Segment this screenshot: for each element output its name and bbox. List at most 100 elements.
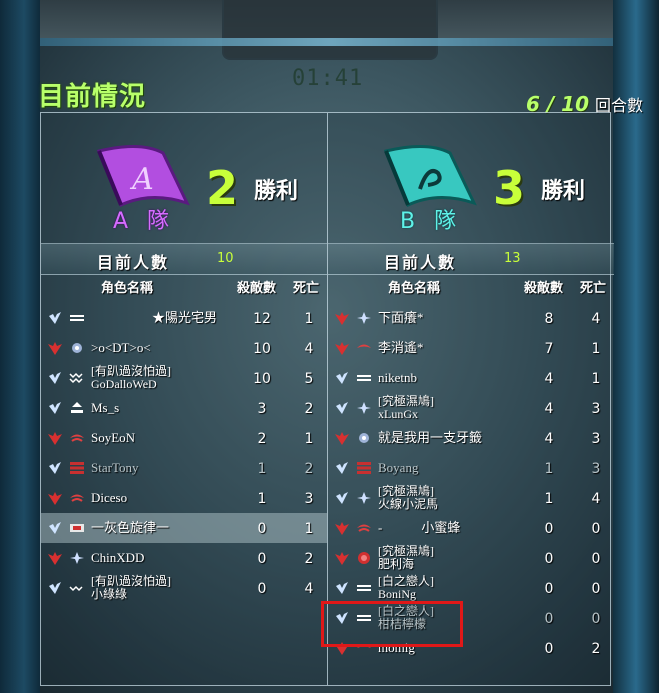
- player-row[interactable]: 就是我用一支牙籤 4 3: [328, 423, 614, 453]
- player-kills: 1: [544, 461, 554, 477]
- player-kills: 0: [257, 521, 267, 537]
- player-deaths: 2: [304, 461, 314, 477]
- player-row[interactable]: [有趴過沒怕過] 小綠綠 0 4: [41, 573, 327, 603]
- rank-badge-icon: [70, 524, 84, 532]
- rank-chevron-icon: [69, 372, 83, 384]
- unit-emblem-icon: [49, 522, 61, 534]
- player-deaths: 0: [591, 581, 601, 597]
- player-name: 下面癢*: [378, 310, 424, 325]
- rank-shield-icon: [358, 552, 370, 564]
- column-header-name: 角色名稱: [388, 280, 441, 295]
- player-deaths: 4: [591, 491, 601, 507]
- player-kills: 0: [544, 611, 554, 627]
- team-b-name: B 隊: [400, 209, 463, 234]
- hud-top-bar: [0, 38, 659, 46]
- rank-stripes-icon: [70, 462, 84, 474]
- unit-emblem-icon: [49, 312, 61, 324]
- player-name: [究極濕鳩] xLunGx: [378, 395, 528, 421]
- rank-stripes-icon: [357, 462, 371, 474]
- player-row[interactable]: [白之戀人] BoniNg 0 0: [328, 573, 614, 603]
- player-deaths: 1: [591, 371, 601, 387]
- column-header-kills: 殺敵數: [237, 280, 277, 295]
- team-a-player-list: ★陽光宅男 12 1 >o<DT>o< 10 4 [有趴過沒怕過] GoDallo…: [41, 303, 327, 603]
- player-row[interactable]: 李消遙* 7 1: [328, 333, 614, 363]
- unit-emblem-icon: [336, 582, 348, 594]
- player-row[interactable]: [究極濕鳩] 肥利海 0 0: [328, 543, 614, 573]
- team-b-wins-label: 勝利: [541, 178, 586, 203]
- player-row[interactable]: ★陽光宅男 12 1: [41, 303, 327, 333]
- player-nick: BoniNg: [378, 587, 417, 601]
- selection-highlight-box: [321, 601, 463, 647]
- player-deaths: 3: [591, 461, 601, 477]
- player-name: [究極濕鳩] 火線小泥馬: [378, 485, 528, 511]
- unit-emblem-icon: [336, 402, 348, 414]
- player-row[interactable]: StarTony 1 2: [41, 453, 327, 483]
- player-kills: 1: [257, 461, 267, 477]
- player-row[interactable]: >o<DT>o< 10 4: [41, 333, 327, 363]
- scene-left-panel: [0, 0, 40, 693]
- winged-emblem-icon: [48, 492, 62, 505]
- player-name: 一灰色旋律一: [91, 520, 170, 535]
- player-kills: 10: [253, 371, 271, 387]
- player-kills: 10: [253, 341, 271, 357]
- player-row[interactable]: Ms_s 3 2: [41, 393, 327, 423]
- unit-emblem-icon: [336, 372, 348, 384]
- player-name: Boyang: [378, 460, 419, 475]
- player-deaths: 1: [304, 431, 314, 447]
- player-kills: 4: [544, 371, 554, 387]
- page-title: 目前情況: [38, 82, 147, 111]
- player-deaths: 3: [304, 491, 314, 507]
- player-name: [白之戀人] BoniNg: [378, 575, 528, 601]
- match-timer: 01:41: [292, 66, 364, 91]
- player-kills: 0: [257, 551, 267, 567]
- player-name: ChinXDD: [91, 550, 145, 565]
- rank-wings-icon: [357, 344, 371, 348]
- player-deaths: 3: [591, 401, 601, 417]
- column-header-deaths: 死亡: [580, 280, 607, 295]
- player-row[interactable]: 下面癢* 8 4: [328, 303, 614, 333]
- winged-emblem-icon: [335, 432, 349, 445]
- player-row-highlighted[interactable]: 一灰色旋律一 0 1: [41, 513, 327, 543]
- winged-emblem-icon: [335, 342, 349, 355]
- player-row[interactable]: niketnb 4 1: [328, 363, 614, 393]
- player-guild: [究極濕鳩]: [378, 394, 434, 408]
- player-nick: GoDalloWeD: [91, 377, 157, 391]
- rank-star-icon: [72, 343, 82, 353]
- team-b-count-label: 目前人數: [384, 255, 457, 272]
- player-nick: 火線小泥馬: [378, 497, 439, 511]
- player-deaths: 5: [304, 371, 314, 387]
- rank-bars-icon: [357, 585, 371, 591]
- team-b-wins: 3: [493, 161, 526, 215]
- player-row[interactable]: [究極濕鳩] xLunGx 4 3: [328, 393, 614, 423]
- player-row[interactable]: SoyEoN 2 1: [41, 423, 327, 453]
- player-kills: 7: [544, 341, 554, 357]
- player-row[interactable]: [究極濕鳩] 火線小泥馬 1 4: [328, 483, 614, 513]
- player-kills: 1: [544, 491, 554, 507]
- player-deaths: 4: [304, 341, 314, 357]
- player-row[interactable]: - 小蜜蜂 0 0: [328, 513, 614, 543]
- player-row[interactable]: Diceso 1 3: [41, 483, 327, 513]
- winged-emblem-icon: [48, 342, 62, 355]
- player-kills: 8: [544, 311, 554, 327]
- unit-emblem-icon: [49, 582, 61, 594]
- player-kills: 0: [544, 521, 554, 537]
- rank-star-icon: [359, 433, 369, 443]
- player-row[interactable]: [有趴過沒怕過] GoDalloWeD 10 5: [41, 363, 327, 393]
- player-kills: 2: [257, 431, 267, 447]
- player-row[interactable]: ChinXDD 0 2: [41, 543, 327, 573]
- rank-star-icon: [357, 402, 371, 414]
- player-name: SoyEoN: [91, 430, 136, 445]
- column-header-name: 角色名稱: [101, 280, 154, 295]
- player-kills: 0: [544, 581, 554, 597]
- player-deaths: 0: [591, 611, 601, 627]
- team-a-count-row: 目前人數 10: [41, 243, 327, 275]
- hud-top-slot: [222, 0, 438, 60]
- team-a-name: A 隊: [113, 209, 176, 234]
- player-row[interactable]: Boyang 1 3: [328, 453, 614, 483]
- rank-wings-icon: [357, 524, 371, 532]
- player-name: Ms_s: [91, 400, 120, 415]
- rank-star-icon: [70, 552, 84, 564]
- player-name: 李消遙*: [378, 340, 424, 355]
- player-nick: 肥利海: [378, 557, 415, 571]
- column-header-kills: 殺敵數: [524, 280, 564, 295]
